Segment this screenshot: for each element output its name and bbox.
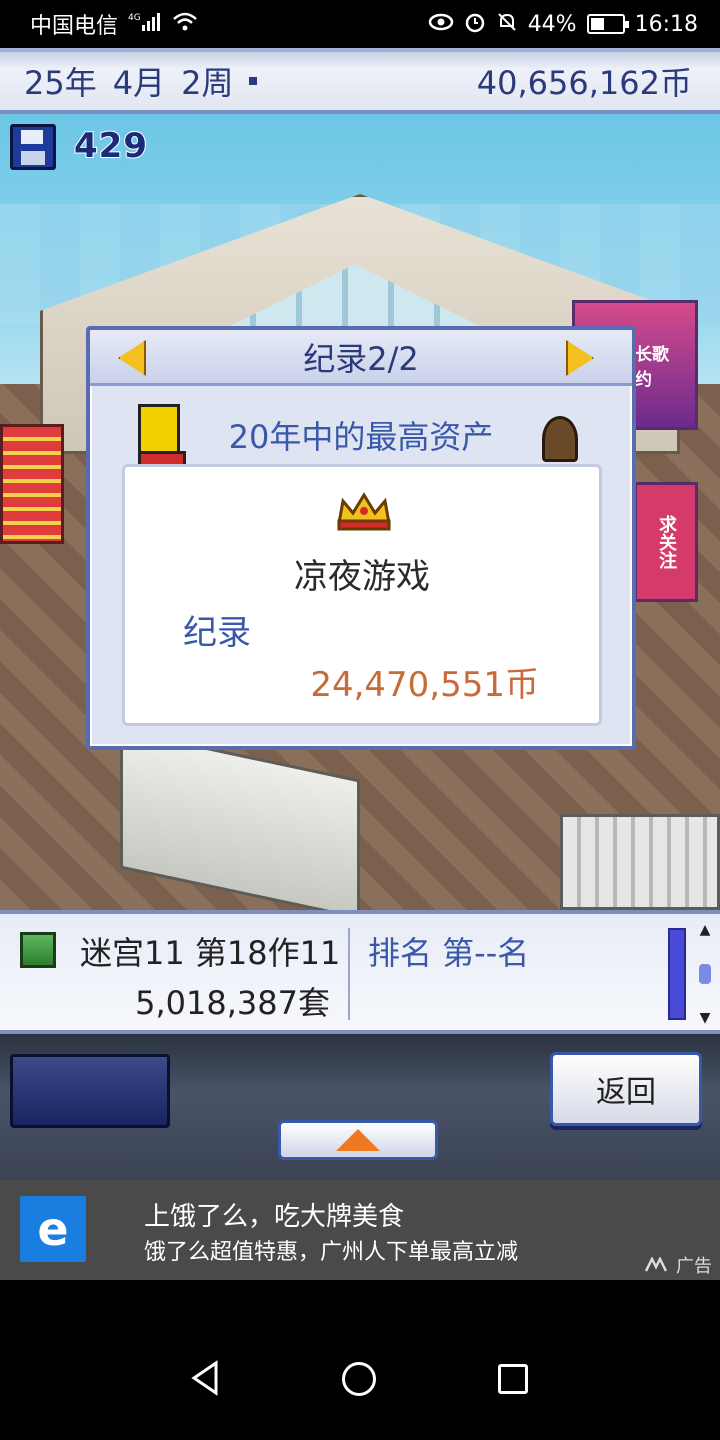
office-shelf <box>560 814 720 910</box>
status-right: 44% 16:18 <box>428 11 698 38</box>
ad-title: 上饿了么，吃大牌美食 <box>144 1202 405 1232</box>
wall-poster[interactable]: 求关注 <box>634 482 698 602</box>
game-thumbnail-icon <box>20 932 56 968</box>
battery-percent: 44% <box>527 11 577 37</box>
up-arrow-icon <box>336 1129 380 1151</box>
dialog-title: 纪录2/2 <box>303 339 419 378</box>
ad-banner[interactable]: e 上饿了么，吃大牌美食 饿了么超值特惠，广州人下单最高立减 广告 <box>0 1180 720 1280</box>
record-body: 凉夜游戏 纪录 24,470,551币 <box>122 464 602 726</box>
nav-home-icon[interactable] <box>342 1362 376 1396</box>
eleme-logo-icon: e <box>20 1196 86 1262</box>
ranking-bar <box>668 928 686 1020</box>
battery-icon <box>586 14 629 34</box>
prev-record-arrow-icon[interactable] <box>118 340 146 376</box>
wifi-icon <box>172 11 198 38</box>
mute-icon <box>496 11 518 38</box>
game-sales: 5,018,387套 <box>135 984 330 1022</box>
navigation-bar <box>0 1280 720 1440</box>
expand-up-button[interactable] <box>278 1120 438 1160</box>
record-value: 24,470,551币 <box>310 665 539 705</box>
week-progress-dot <box>249 77 258 85</box>
battery-fill <box>590 18 604 30</box>
status-left: 中国电信 4G <box>30 8 198 40</box>
alarm-icon <box>464 11 486 38</box>
ad-tag-label: 广告 <box>676 1256 712 1277</box>
dialog-header: 纪录2/2 <box>90 330 632 386</box>
crown-icon <box>337 492 391 531</box>
clock: 16:18 <box>634 11 698 37</box>
control-bar: 返回 <box>0 1034 720 1180</box>
date-month: 4月 <box>112 64 166 102</box>
signal-icon: 4G <box>128 11 162 38</box>
company-name: 凉夜游戏 <box>294 557 430 597</box>
game-date: 25年 4月 2周 <box>24 58 258 104</box>
nav-recent-icon[interactable] <box>498 1364 528 1394</box>
next-record-arrow-icon[interactable] <box>566 340 594 376</box>
date-week: 2周 <box>181 64 234 102</box>
money-display: 40,656,162币 <box>476 64 692 102</box>
ad-description: 饿了么超值特惠，广州人下单最高立减 <box>144 1240 519 1265</box>
date-year: 25年 <box>24 64 97 102</box>
scroll-thumb[interactable] <box>699 964 711 984</box>
game-title: 迷宫11 第18作11 <box>80 934 341 972</box>
save-icon[interactable] <box>10 124 56 170</box>
record-dialog: 纪录2/2 20年中的最高资产 凉夜游戏 纪录 24,470,551币 <box>86 326 636 750</box>
ad-tag: 广告 <box>644 1252 712 1278</box>
monkey-character-icon <box>542 416 578 462</box>
panel-divider <box>348 928 350 1020</box>
ad-network-icon <box>644 1257 668 1272</box>
top-bar: 25年 4月 2周 40,656,162币 <box>0 48 720 114</box>
back-button[interactable]: 返回 <box>550 1052 702 1126</box>
vending-machine[interactable] <box>0 424 64 544</box>
scroll-up-icon[interactable]: ▲ <box>700 922 711 938</box>
game-info-panel[interactable]: 迷宫11 第18作11 5,018,387套 排名 第--名 ▲ ▼ <box>0 910 720 1034</box>
menu-panel[interactable] <box>10 1054 170 1128</box>
status-bar: 中国电信 4G 44% 16:18 <box>0 0 720 48</box>
save-count: 429 <box>73 125 148 167</box>
record-label: 纪录 <box>183 613 251 653</box>
carrier-label: 中国电信 <box>30 14 119 39</box>
eye-icon <box>428 12 454 37</box>
scroll-down-icon[interactable]: ▼ <box>700 1010 711 1026</box>
scrollbar[interactable]: ▲ ▼ <box>694 922 716 1026</box>
nav-back-icon[interactable] <box>190 1360 220 1396</box>
game-ranking: 排名 第--名 <box>368 934 530 972</box>
svg-text:4G: 4G <box>128 13 141 23</box>
